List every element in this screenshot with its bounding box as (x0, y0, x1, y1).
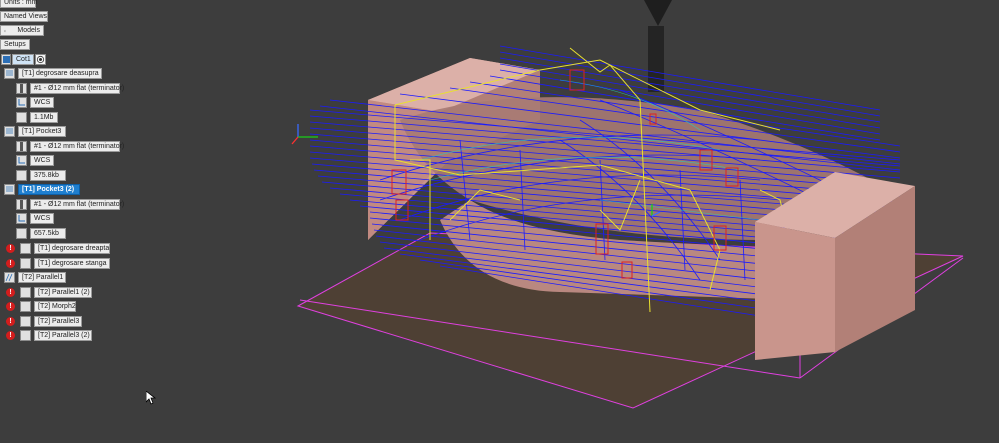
setups-node[interactable]: Setups (0, 39, 30, 50)
parallel-icon (20, 330, 31, 341)
wcs-icon (16, 97, 27, 108)
toolpath-size-label: 657.5kb (34, 230, 59, 237)
operation-icon (4, 68, 15, 79)
operation-label: [T1] degrosare deasupra (22, 70, 99, 77)
operation-label: [T1] degrosare dreapta (38, 245, 110, 252)
parallel-icon (20, 287, 31, 298)
cam-browser-tree: Units : mm Named Views Models Setups Cot… (0, 0, 140, 345)
operation-node[interactable]: [T2] Morph2 (34, 301, 76, 312)
error-icon: ! (6, 331, 15, 340)
wcs-node[interactable]: WCS (30, 213, 54, 224)
tool-label: #1 - Ø12 mm flat (terminator) (34, 143, 125, 150)
toolpath-size-node: 1.1Mb (30, 112, 58, 123)
toolpath-size-label: 375.8kb (34, 172, 59, 179)
operation-label: [T2] Parallel3 (2) (38, 332, 90, 339)
operation-icon (20, 243, 31, 254)
operation-label: [T1] Pocket3 (22, 128, 62, 135)
named-views-node[interactable]: Named Views (0, 11, 48, 22)
operation-node[interactable]: [T1] degrosare stanga (34, 258, 110, 269)
setup-icon (1, 54, 11, 65)
tool-label: #1 - Ø12 mm flat (terminator) (34, 201, 125, 208)
toolpath-size-icon (16, 170, 27, 181)
tool-icon (16, 83, 27, 94)
operation-label: [T2] Morph2 (38, 303, 76, 310)
setups-label: Setups (4, 41, 26, 48)
models-node[interactable]: Models (0, 25, 44, 36)
toolpath-size-node: 375.8kb (30, 170, 66, 181)
wcs-node[interactable]: WCS (30, 155, 54, 166)
tool-node[interactable]: #1 - Ø12 mm flat (terminator) (30, 83, 124, 94)
operation-label: [T1] degrosare stanga (38, 260, 107, 267)
toolpath-size-icon (16, 228, 27, 239)
units-label: Units : mm (4, 0, 38, 6)
operation-node[interactable]: [T2] Parallel1 (18, 272, 66, 283)
operation-label: [T2] Parallel1 (2) (38, 289, 90, 296)
wcs-label: WCS (34, 157, 51, 164)
wcs-label: WCS (34, 99, 51, 106)
operation-label: [T2] Parallel1 (22, 274, 64, 281)
operation-node[interactable]: [T2] Parallel1 (2) (34, 287, 92, 298)
toolpath-size-label: 1.1Mb (34, 114, 54, 121)
wcs-node[interactable]: WCS (30, 97, 54, 108)
operation-node[interactable]: [T1] degrosare deasupra (18, 68, 102, 79)
operation-node[interactable]: [T2] Parallel3 (34, 316, 82, 327)
tool-label: #1 - Ø12 mm flat (terminator) (34, 85, 125, 92)
wcs-icon (16, 155, 27, 166)
mouse-cursor-icon (146, 391, 156, 405)
operation-node-selected[interactable]: [T1] Pocket3 (2) (18, 184, 80, 195)
operation-node[interactable]: [T2] Parallel3 (2) (34, 330, 92, 341)
tool-node[interactable]: #1 - Ø12 mm flat (terminator) (30, 199, 124, 210)
wcs-icon (16, 213, 27, 224)
tool-icon (16, 199, 27, 210)
named-views-label: Named Views (4, 13, 48, 20)
operation-icon (4, 126, 15, 137)
models-label: Models (17, 27, 40, 34)
operation-node[interactable]: [T1] degrosare dreapta (34, 243, 110, 254)
setup-radio-icon[interactable] (35, 54, 46, 65)
toolpath-size-icon (16, 112, 27, 123)
wcs-label: WCS (34, 215, 51, 222)
units-node[interactable]: Units : mm (0, 0, 38, 8)
error-icon: ! (6, 244, 15, 253)
parallel-icon (20, 316, 31, 327)
tool-node[interactable]: #1 - Ø12 mm flat (terminator) (30, 141, 124, 152)
error-icon: ! (6, 288, 15, 297)
morph-icon (20, 301, 31, 312)
operation-label: [T2] Parallel3 (38, 318, 80, 325)
toolpath-size-node: 657.5kb (30, 228, 66, 239)
operation-label: [T1] Pocket3 (2) (22, 186, 75, 193)
operation-icon (4, 184, 15, 195)
tool-icon (16, 141, 27, 152)
models-icon (4, 29, 7, 32)
error-icon: ! (6, 302, 15, 311)
error-icon: ! (6, 259, 15, 268)
operation-icon (20, 258, 31, 269)
error-icon: ! (6, 317, 15, 326)
tool-holder (644, 0, 672, 92)
parallel-icon (4, 272, 15, 283)
operation-node[interactable]: [T1] Pocket3 (18, 126, 66, 137)
cam-viewport[interactable] (0, 0, 999, 443)
setup-node-cot1[interactable]: Cot1 (12, 54, 34, 65)
setup-label: Cot1 (16, 56, 31, 63)
